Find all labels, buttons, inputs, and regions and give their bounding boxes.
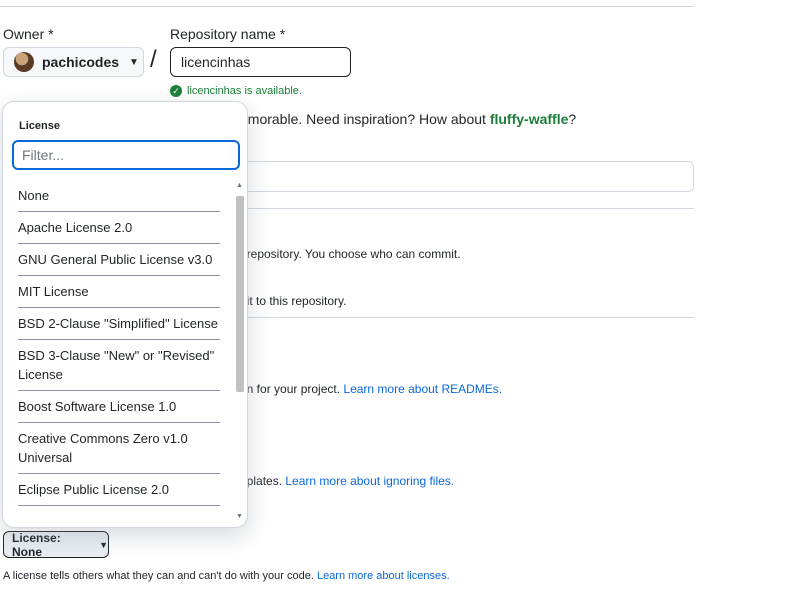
license-list-scrollbar[interactable]: ▲ ▼: [235, 182, 245, 520]
chevron-down-icon: ▼: [99, 539, 108, 550]
suggested-name-link[interactable]: fluffy-waffle: [490, 111, 569, 127]
repo-name-input[interactable]: [170, 47, 351, 77]
license-help-text: A license tells others what they can and…: [3, 570, 450, 582]
section-divider-2: [240, 317, 694, 318]
license-dropdown: License None Apache License 2.0 GNU Gene…: [2, 101, 248, 528]
top-divider: [0, 6, 694, 7]
public-description: ; repository. You choose who can commit.: [240, 247, 461, 261]
license-option[interactable]: Boost Software License 1.0: [18, 391, 220, 423]
readme-learn-more-link[interactable]: Learn more about READMEs.: [343, 382, 502, 396]
section-divider-1: [240, 208, 694, 209]
private-description: nit to this repository.: [240, 294, 347, 308]
chevron-down-icon: ▼: [129, 56, 139, 68]
license-dropdown-title: License: [19, 120, 60, 132]
owner-name: pachicodes: [42, 54, 120, 70]
license-option[interactable]: BSD 3-Clause "New" or "Revised" License: [18, 340, 220, 391]
check-circle-icon: ✓: [170, 85, 182, 97]
avatar: [14, 52, 34, 72]
license-option[interactable]: None: [18, 180, 220, 212]
owner-select-button[interactable]: pachicodes ▼: [3, 47, 144, 77]
description-input[interactable]: [240, 161, 694, 192]
license-list: None Apache License 2.0 GNU General Publ…: [18, 180, 220, 506]
scrollbar-thumb[interactable]: [236, 196, 244, 392]
license-option[interactable]: BSD 2-Clause "Simplified" License: [18, 308, 220, 340]
gitignore-description: nplates. Learn more about ignoring files…: [240, 474, 455, 488]
repo-name-label: Repository name *: [170, 26, 286, 42]
license-filter-input[interactable]: [12, 140, 240, 170]
license-option[interactable]: Eclipse Public License 2.0: [18, 474, 220, 506]
name-hint: emorable. Need inspiration? How about fl…: [240, 111, 577, 127]
gitignore-learn-more-link[interactable]: Learn more about ignoring files.: [285, 474, 454, 488]
availability-text: licencinhas is available.: [187, 85, 302, 97]
availability-status: ✓ licencinhas is available.: [170, 85, 302, 97]
license-option[interactable]: GNU General Public License v3.0: [18, 244, 220, 276]
license-option[interactable]: Creative Commons Zero v1.0 Universal: [18, 423, 220, 474]
owner-repo-separator: /: [150, 46, 157, 73]
scroll-up-arrow-icon[interactable]: ▲: [236, 182, 243, 189]
license-option[interactable]: Apache License 2.0: [18, 212, 220, 244]
license-button-label: License: None: [12, 530, 61, 559]
licenses-learn-more-link[interactable]: Learn more about licenses.: [317, 570, 450, 582]
owner-label: Owner *: [3, 26, 54, 42]
scroll-down-arrow-icon[interactable]: ▼: [236, 513, 243, 520]
readme-description: on for your project. Learn more about RE…: [240, 382, 503, 396]
license-select-button[interactable]: License: None ▼: [3, 530, 109, 559]
license-option[interactable]: MIT License: [18, 276, 220, 308]
